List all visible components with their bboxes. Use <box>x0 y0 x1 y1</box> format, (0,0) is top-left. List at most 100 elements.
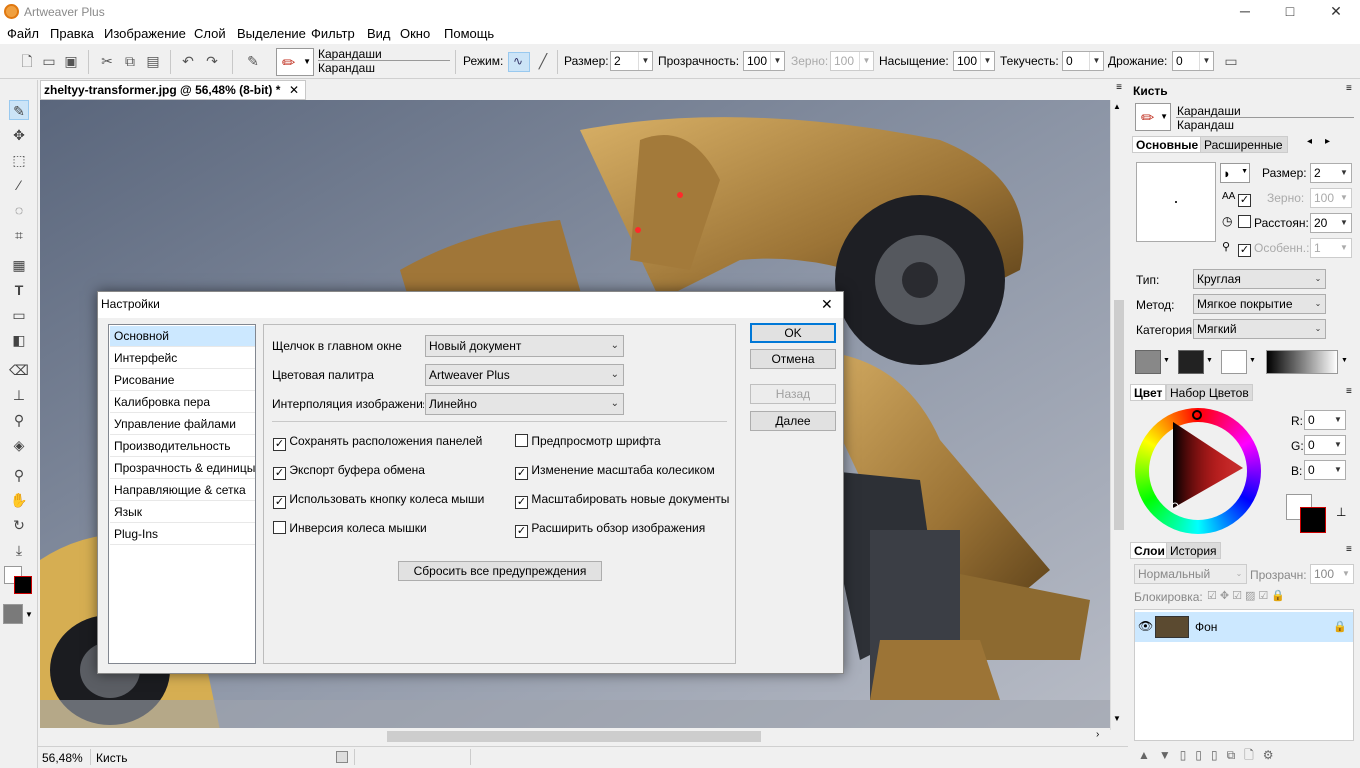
g-combo[interactable]: 0 ▼ <box>1304 435 1346 455</box>
close-window-button[interactable]: ✕ <box>1313 0 1359 24</box>
menu-edit[interactable]: Правка <box>50 26 94 41</box>
jitter-combo[interactable]: 0 ▼ <box>1172 51 1214 71</box>
tab-color[interactable]: Цвет <box>1130 384 1167 401</box>
minimize-button[interactable]: ─ <box>1222 0 1268 24</box>
magic-wand-icon[interactable]: ⁄ <box>9 175 29 195</box>
paste-icon[interactable]: ▤ <box>144 52 162 70</box>
crop-icon[interactable]: ⌗ <box>9 225 29 245</box>
category-item[interactable]: Основной <box>110 326 255 347</box>
save-icon[interactable]: ▣ <box>62 52 80 70</box>
mode-freehand-button[interactable]: ∿ <box>508 52 530 72</box>
brush-shape-picker[interactable]: ◗ ▼ <box>1220 163 1250 183</box>
noise-picker[interactable] <box>1221 350 1247 374</box>
hand-icon[interactable]: ✋ <box>9 490 29 510</box>
document-tab[interactable]: zheltyy-transformer.jpg @ 56,48% (8-bit)… <box>40 80 306 100</box>
category-select[interactable]: Мягкий ⌄ <box>1193 319 1326 339</box>
reset-warnings-button[interactable]: Сбросить все предупреждения <box>398 561 602 581</box>
menu-window[interactable]: Окно <box>400 26 430 41</box>
rect-select-icon[interactable]: ⬚ <box>9 150 29 170</box>
brush-tool-icon[interactable]: ✎ <box>244 52 262 70</box>
grain-checkbox[interactable]: ✓ <box>1238 190 1251 207</box>
panel-size-combo[interactable]: 2 ▼ <box>1310 163 1352 183</box>
category-item[interactable]: Интерфейс <box>110 348 255 369</box>
spacing-checkbox[interactable] <box>1238 215 1251 229</box>
dialog-close-icon[interactable]: ✕ <box>821 296 833 313</box>
scroll-right-icon[interactable]: › <box>1096 729 1099 740</box>
layer-opacity-combo[interactable]: 100 ▼ <box>1310 564 1354 584</box>
opacity-combo[interactable]: 100 ▼ <box>743 51 785 71</box>
text-tool-icon[interactable]: T <box>9 280 29 300</box>
scroll-up-icon[interactable]: ▲ <box>1113 102 1121 111</box>
tab-advanced[interactable]: Расширенные <box>1200 136 1288 153</box>
eyedropper-icon[interactable]: ⚲ <box>9 410 29 430</box>
move-tool-icon[interactable]: ✥ <box>9 125 29 145</box>
zoom-icon[interactable]: ⚲ <box>9 465 29 485</box>
rotate-icon[interactable]: ↻ <box>9 515 29 535</box>
checkbox-wheel-button[interactable]: ✓ Использовать кнопку колеса мыши <box>273 492 485 509</box>
stamp-icon[interactable]: ⊥ <box>1336 505 1346 519</box>
checkbox-scale-new-docs[interactable]: ✓ Масштабировать новые документы <box>515 492 729 509</box>
checkbox-invert-wheel[interactable]: Инверсия колеса мышки <box>273 521 485 535</box>
panel-menu-icon[interactable]: ≡ <box>1346 544 1352 555</box>
tab-layers[interactable]: Слои <box>1130 542 1169 559</box>
category-item[interactable]: Направляющие & сетка <box>110 480 255 501</box>
texture-swatch[interactable] <box>3 604 23 624</box>
new-file-icon[interactable]: 🗋 <box>18 52 36 70</box>
horizontal-scroll-thumb[interactable] <box>387 731 761 742</box>
brush-preset-picker[interactable]: ✏ ▼ <box>276 48 314 76</box>
flow-combo[interactable]: 0 ▼ <box>1062 51 1104 71</box>
category-item[interactable]: Язык <box>110 502 255 523</box>
type-select[interactable]: Круглая ⌄ <box>1193 269 1326 289</box>
palette-select[interactable]: Artweaver Plus ⌄ <box>425 364 624 386</box>
checkbox-save-panels[interactable]: ✓ Сохранять расположения панелей <box>273 434 485 451</box>
chevron-down-icon[interactable]: ▼ <box>1206 357 1213 364</box>
checkbox-font-preview[interactable]: Предпросмотр шрифта <box>515 434 729 448</box>
blend-mode-select[interactable]: Нормальный ⌄ <box>1134 564 1247 584</box>
category-item[interactable]: Plug-Ins <box>110 524 255 545</box>
b-combo[interactable]: 0 ▼ <box>1304 460 1346 480</box>
size-combo[interactable]: 2 ▼ <box>610 51 653 71</box>
tab-basic[interactable]: Основные <box>1132 136 1203 153</box>
vertical-scrollbar[interactable]: ▲ ▼ <box>1110 100 1127 730</box>
tab-prev-icon[interactable]: ◂ <box>1307 136 1312 147</box>
menu-help[interactable]: Помощь <box>444 26 494 41</box>
foreground-color-swatch[interactable] <box>14 576 32 594</box>
layers-footer-toolbar[interactable]: ▲▼▯▯▯⧉🗋⚙ <box>1130 746 1360 766</box>
shape-icon[interactable]: ▭ <box>9 305 29 325</box>
eye-icon[interactable]: 👁 <box>1138 619 1153 633</box>
transform-icon[interactable]: ⤓ <box>9 540 29 560</box>
maximize-button[interactable]: □ <box>1267 0 1313 24</box>
menu-filter[interactable]: Фильтр <box>311 26 355 41</box>
chevron-down-icon[interactable]: ▼ <box>1163 357 1170 364</box>
redo-icon[interactable]: ↷ <box>203 52 221 70</box>
saturation-combo[interactable]: 100 ▼ <box>953 51 995 71</box>
copy-icon[interactable]: ⧉ <box>121 52 139 70</box>
category-item[interactable]: Управление файлами <box>110 414 255 435</box>
menu-file[interactable]: Файл <box>7 26 39 41</box>
menu-select[interactable]: Выделение <box>237 26 306 41</box>
panel-spacing-combo[interactable]: 20 ▼ <box>1310 213 1352 233</box>
cut-icon[interactable]: ✂ <box>98 52 116 70</box>
chevron-down-icon[interactable]: ▼ <box>25 610 33 619</box>
panel-menu-icon[interactable]: ≡ <box>1113 82 1125 94</box>
lock-options-icon[interactable]: ☑✥☑▨☑🔒 <box>1207 589 1288 602</box>
tab-history[interactable]: История <box>1166 542 1221 559</box>
checkbox-extend-view[interactable]: ✓ Расширить обзор изображения <box>515 521 729 538</box>
undo-icon[interactable]: ↶ <box>179 52 197 70</box>
fill-bucket-icon[interactable]: ◈ <box>9 435 29 455</box>
pattern-picker[interactable] <box>1178 350 1204 374</box>
next-button[interactable]: Далее <box>750 411 836 431</box>
open-file-icon[interactable]: ▭ <box>40 52 58 70</box>
click-select[interactable]: Новый документ ⌄ <box>425 335 624 357</box>
panel-menu-icon[interactable]: ≡ <box>1346 386 1352 397</box>
panel-foreground-swatch[interactable] <box>1300 507 1326 533</box>
category-item[interactable]: Калибровка пера <box>110 392 255 413</box>
tablet-icon[interactable]: ▭ <box>1222 52 1240 70</box>
chevron-down-icon[interactable]: ▼ <box>1249 357 1256 364</box>
checkbox-wheel-zoom[interactable]: ✓ Изменение масштаба колесиком <box>515 463 729 480</box>
mode-line-icon[interactable]: ╱ <box>534 52 552 70</box>
category-item[interactable]: Рисование <box>110 370 255 391</box>
category-item[interactable]: Производительность <box>110 436 255 457</box>
color-triangle[interactable] <box>1135 408 1261 534</box>
ok-button[interactable]: OK <box>750 323 836 343</box>
